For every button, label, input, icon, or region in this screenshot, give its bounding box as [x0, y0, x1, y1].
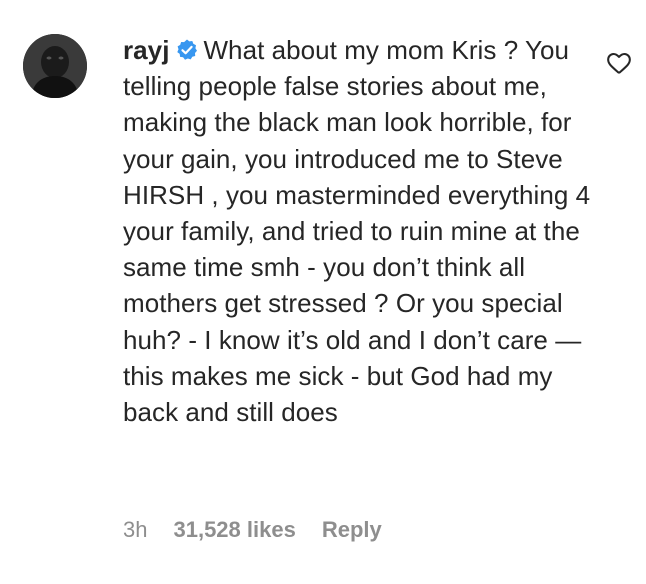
comment-meta: 3h 31,528 likes Reply [123, 517, 382, 543]
comment: rayj What about my mom Kris ? You tellin… [0, 0, 646, 584]
comment-body: rayj What about my mom Kris ? You tellin… [123, 32, 593, 430]
verified-badge-icon [175, 35, 199, 60]
avatar[interactable] [23, 34, 87, 98]
like-heart-icon[interactable] [606, 50, 632, 76]
username-link[interactable]: rayj [123, 35, 169, 65]
avatar-image [23, 34, 87, 98]
likes-count[interactable]: 31,528 likes [173, 517, 295, 543]
comment-text: What about my mom Kris ? You telling peo… [123, 35, 591, 428]
reply-button[interactable]: Reply [322, 517, 382, 543]
comment-timestamp: 3h [123, 517, 148, 542]
